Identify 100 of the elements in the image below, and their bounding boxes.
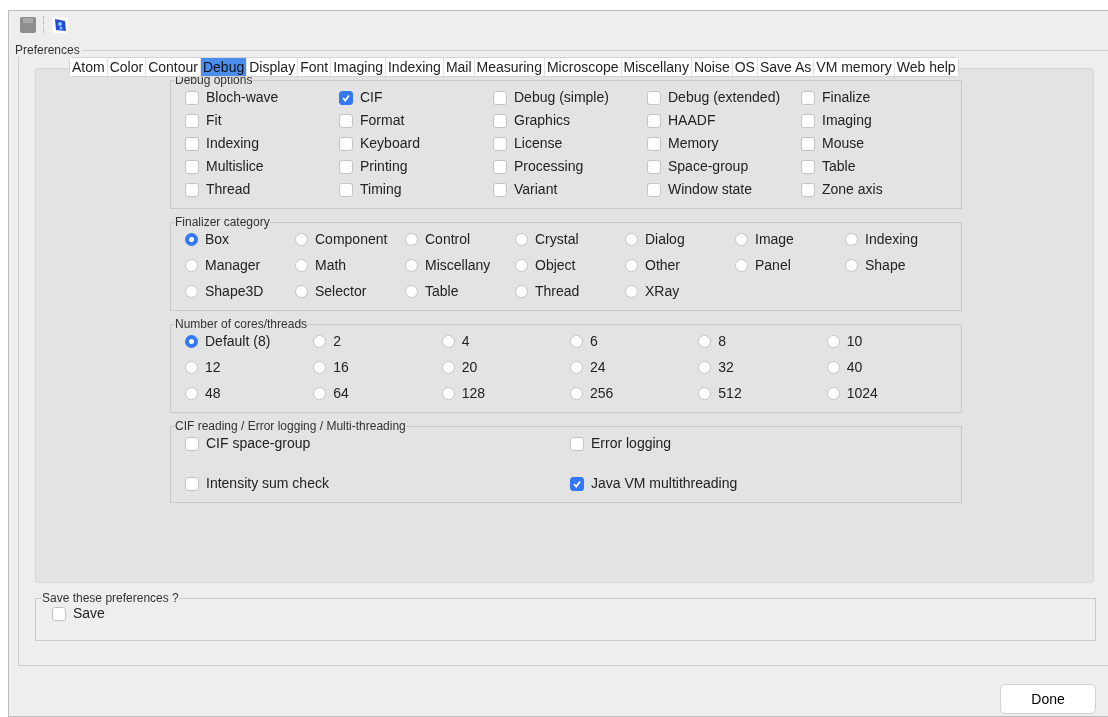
option-label: Dialog [645, 231, 685, 248]
radio-button[interactable] [826, 335, 840, 348]
checkbox[interactable] [339, 159, 353, 174]
checkbox[interactable] [339, 113, 353, 128]
checkbox[interactable] [185, 136, 199, 151]
tab[interactable]: Web help [894, 58, 958, 76]
radio-button[interactable] [698, 387, 712, 400]
checkbox[interactable] [570, 476, 584, 491]
group-title: CIF reading / Error logging / Multi-threading [175, 419, 406, 433]
checkbox[interactable] [647, 136, 661, 151]
tab[interactable]: Color [107, 58, 147, 76]
option-label: Thread [206, 181, 251, 198]
option-label: 10 [846, 333, 863, 350]
radio-button[interactable] [295, 233, 308, 246]
checkbox[interactable] [185, 436, 199, 451]
option-label: 4 [461, 333, 470, 350]
option-label: 20 [461, 359, 478, 376]
checkbox[interactable] [185, 159, 199, 174]
radio-button[interactable] [441, 387, 455, 400]
radio-button[interactable] [313, 361, 327, 374]
group-title: Save these preferences ? [42, 591, 179, 605]
radio-button[interactable] [570, 387, 583, 400]
tab[interactable]: Imaging [331, 58, 386, 76]
radio-button[interactable] [185, 361, 198, 374]
option-label: 24 [590, 359, 606, 376]
tab[interactable]: Measuring [474, 58, 545, 76]
checkbox[interactable] [493, 136, 507, 151]
radio-button[interactable] [295, 259, 308, 272]
tab[interactable]: Contour [146, 58, 201, 76]
checkbox[interactable] [185, 90, 199, 105]
tab[interactable]: Miscellany [621, 58, 692, 76]
checkbox[interactable] [801, 182, 815, 197]
checkbox[interactable] [339, 136, 353, 151]
checkbox[interactable] [185, 182, 199, 197]
option-label: 6 [590, 333, 598, 350]
checkbox[interactable] [801, 159, 815, 174]
checkbox[interactable] [493, 182, 507, 197]
option-label: Variant [514, 181, 558, 198]
option-label: Default (8) [205, 333, 271, 350]
checkbox[interactable] [801, 136, 815, 151]
radio-button[interactable] [295, 285, 308, 298]
radio-button[interactable] [515, 259, 528, 272]
option-label: Window state [668, 181, 753, 198]
radio-button[interactable] [570, 361, 583, 374]
radio-button[interactable] [625, 285, 638, 298]
checkbox[interactable] [647, 159, 661, 174]
checkbox[interactable] [493, 113, 507, 128]
tab[interactable]: Debug [200, 58, 248, 76]
radio-button[interactable] [625, 259, 638, 272]
checkbox[interactable] [339, 182, 353, 197]
radio-button[interactable] [313, 387, 327, 400]
checkbox[interactable] [493, 90, 507, 105]
radio-button[interactable] [735, 233, 748, 246]
option-label: CIF space-group [206, 435, 311, 452]
radio-button[interactable] [515, 285, 528, 298]
checkbox[interactable] [647, 113, 661, 128]
option-label: Timing [360, 181, 402, 198]
done-button[interactable]: Done [1000, 684, 1096, 714]
radio-button[interactable] [405, 259, 418, 272]
option-label: Component [315, 231, 388, 248]
radio-button[interactable] [845, 233, 858, 246]
checkbox[interactable] [339, 90, 353, 105]
radio-button[interactable] [313, 335, 327, 348]
tab[interactable]: Display [247, 58, 299, 76]
radio-button[interactable] [826, 361, 840, 374]
checkbox[interactable] [801, 90, 815, 105]
radio-button[interactable] [515, 233, 528, 246]
checkbox[interactable] [185, 113, 199, 128]
tab[interactable]: VM memory [814, 58, 895, 76]
option-label: Control [425, 231, 471, 248]
checkbox[interactable] [801, 113, 815, 128]
radio-button[interactable] [570, 335, 583, 348]
radio-button[interactable] [185, 233, 198, 246]
radio-button[interactable] [698, 361, 712, 374]
crystal-icon[interactable] [51, 16, 69, 34]
checkbox[interactable] [647, 90, 661, 105]
checkbox[interactable] [493, 159, 507, 174]
checkbox[interactable] [647, 182, 661, 197]
radio-button[interactable] [185, 335, 198, 348]
tab[interactable]: Font [298, 58, 332, 76]
radio-button[interactable] [845, 259, 858, 272]
radio-button[interactable] [405, 233, 418, 246]
radio-button[interactable] [826, 387, 840, 400]
radio-button[interactable] [698, 335, 712, 348]
checkbox[interactable] [52, 606, 66, 621]
checkbox[interactable] [185, 476, 199, 491]
tab[interactable]: Atom [70, 58, 108, 76]
radio-button[interactable] [441, 361, 455, 374]
tab[interactable]: OS [732, 58, 758, 76]
radio-button[interactable] [625, 233, 638, 246]
radio-button[interactable] [441, 335, 455, 348]
option-label: Thread [535, 283, 580, 300]
checkbox[interactable] [570, 436, 584, 451]
radio-button[interactable] [735, 259, 748, 272]
radio-button[interactable] [185, 259, 198, 272]
option-label: Math [315, 257, 347, 274]
radio-button[interactable] [405, 285, 418, 298]
radio-button[interactable] [185, 285, 198, 298]
tab[interactable]: Save As [757, 58, 815, 76]
radio-button[interactable] [185, 387, 198, 400]
